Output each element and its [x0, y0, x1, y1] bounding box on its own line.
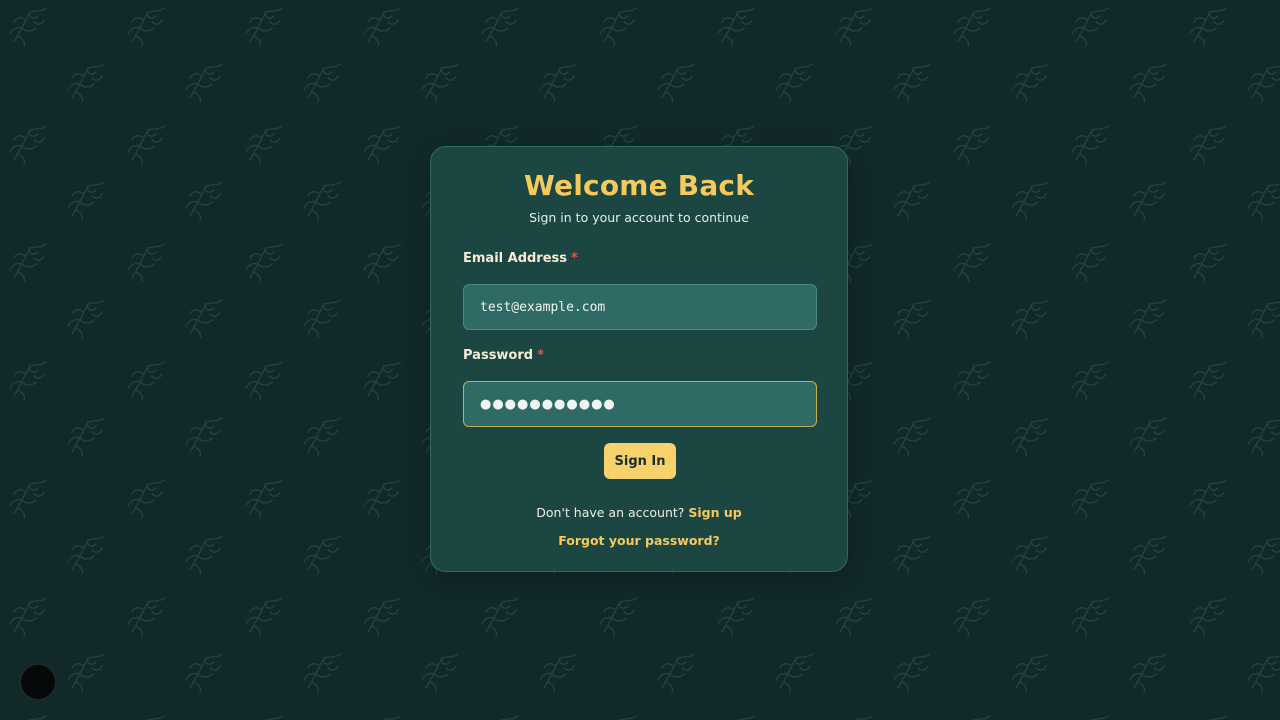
password-label: Password *	[463, 348, 544, 363]
email-label-text: Email Address	[463, 251, 568, 266]
page-subtitle: Sign in to your account to continue	[529, 210, 749, 225]
email-required-marker: *	[571, 251, 578, 266]
sign-in-button[interactable]: Sign In	[604, 443, 676, 479]
signup-prompt: Don't have an account?	[536, 505, 685, 520]
forgot-password-link[interactable]: Forgot your password?	[558, 533, 720, 548]
password-field[interactable]	[463, 381, 817, 427]
signup-row: Don't have an account? Sign up	[431, 505, 847, 520]
email-label: Email Address *	[463, 251, 578, 266]
sign-up-link[interactable]: Sign up	[688, 505, 741, 520]
email-field[interactable]	[463, 284, 817, 330]
page-title: Welcome Back	[523, 169, 755, 202]
login-card: Welcome Back Sign in to your account to …	[430, 146, 848, 572]
password-required-marker: *	[537, 348, 544, 363]
circle-button[interactable]	[19, 663, 57, 701]
password-label-text: Password	[463, 348, 534, 363]
forgot-row: Forgot your password?	[431, 533, 847, 548]
